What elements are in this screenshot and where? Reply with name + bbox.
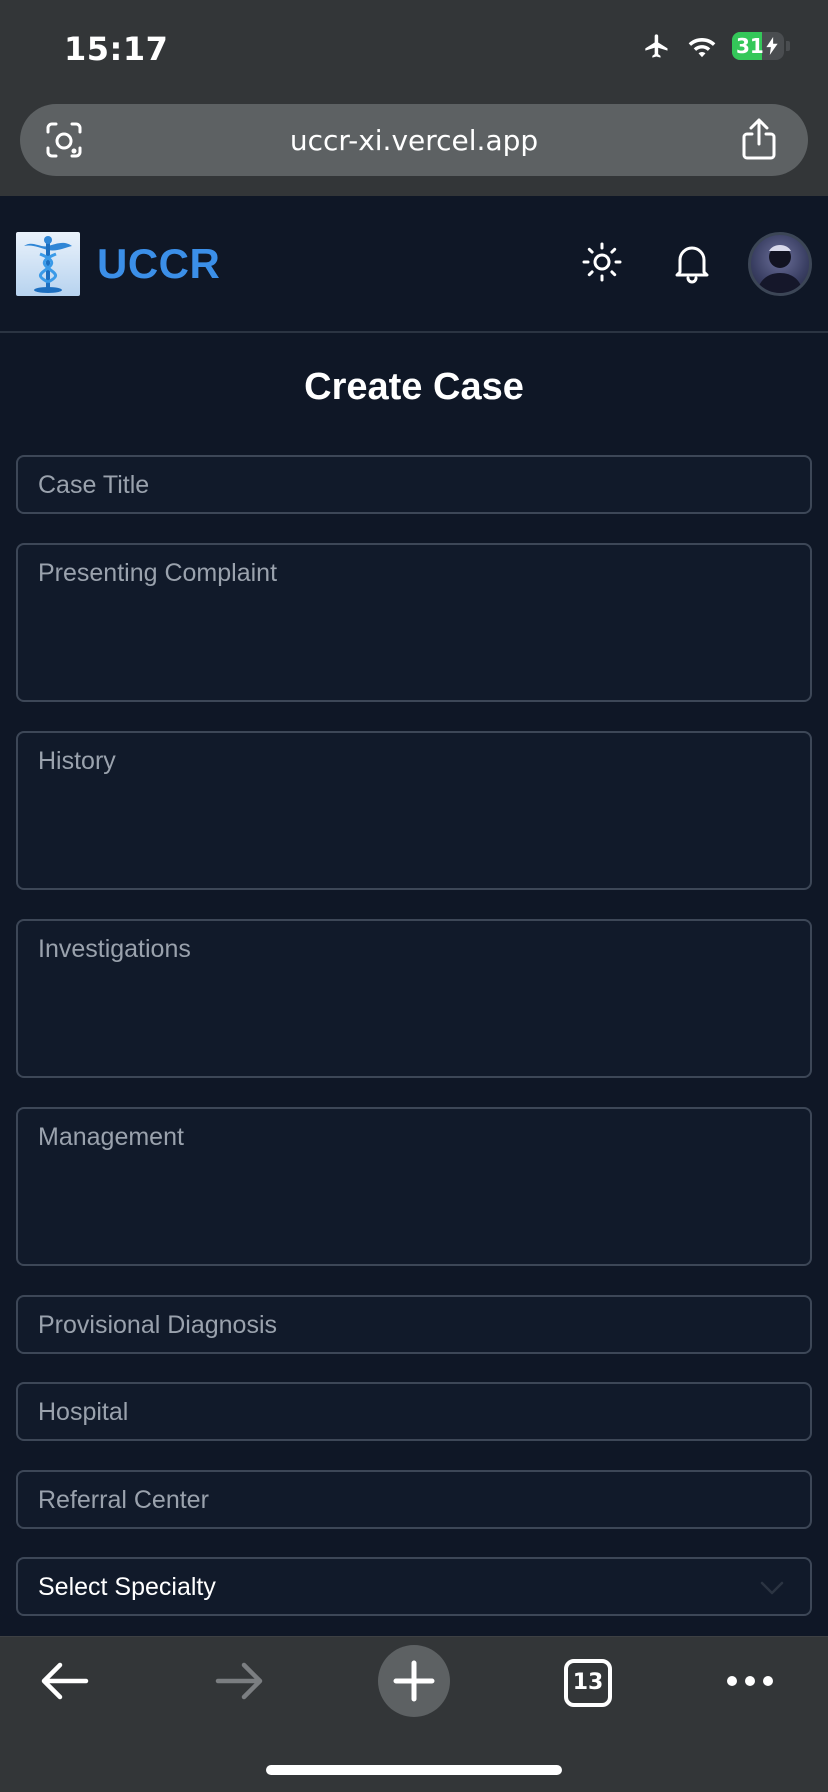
address-bar[interactable]: uccr-xi.vercel.app	[20, 104, 808, 176]
back-arrow-icon[interactable]	[38, 1659, 90, 1703]
provisional-diagnosis-placeholder: Provisional Diagnosis	[38, 1311, 278, 1339]
case-title-input[interactable]: Case Title	[16, 455, 812, 514]
new-tab-button[interactable]	[378, 1645, 450, 1717]
specialty-select[interactable]: Select Specialty	[16, 1557, 812, 1616]
history-placeholder: History	[38, 747, 116, 775]
brand-name[interactable]: UCCR	[97, 240, 220, 288]
status-icons: 31	[642, 32, 790, 60]
user-avatar[interactable]	[748, 232, 812, 296]
hospital-placeholder: Hospital	[38, 1398, 129, 1426]
page-title: Create Case	[304, 366, 524, 408]
specialty-select-value: Select Specialty	[38, 1573, 216, 1601]
battery-indicator: 31	[732, 32, 784, 60]
investigations-placeholder: Investigations	[38, 935, 191, 963]
plus-icon	[393, 1660, 435, 1702]
management-textarea[interactable]: Management	[16, 1107, 812, 1266]
more-options-icon[interactable]	[726, 1675, 774, 1687]
investigations-textarea[interactable]: Investigations	[16, 919, 812, 1078]
browser-top-bar: 15:17 31 uccr-xi.vercel.app	[0, 0, 828, 196]
theme-toggle-sun-icon[interactable]	[578, 238, 626, 286]
airplane-icon	[645, 34, 668, 58]
url-text[interactable]: uccr-xi.vercel.app	[20, 124, 808, 157]
charging-bolt-icon	[766, 37, 778, 55]
wifi-icon	[688, 38, 716, 58]
status-time: 15:17	[64, 30, 169, 68]
referral-center-placeholder: Referral Center	[38, 1486, 209, 1514]
presenting-complaint-textarea[interactable]: Presenting Complaint	[16, 543, 812, 702]
notifications-bell-icon[interactable]	[668, 238, 716, 286]
tab-count-button[interactable]: 13	[564, 1659, 612, 1707]
forward-arrow-icon[interactable]	[214, 1659, 266, 1703]
case-title-placeholder: Case Title	[38, 471, 150, 499]
provisional-diagnosis-input[interactable]: Provisional Diagnosis	[16, 1295, 812, 1354]
battery-level: 31	[736, 34, 764, 58]
hospital-input[interactable]: Hospital	[16, 1382, 812, 1441]
share-icon[interactable]	[740, 118, 778, 160]
presenting-complaint-placeholder: Presenting Complaint	[38, 559, 278, 587]
history-textarea[interactable]: History	[16, 731, 812, 890]
management-placeholder: Management	[38, 1123, 184, 1151]
chevron-down-icon	[760, 1581, 784, 1595]
caduceus-logo[interactable]	[16, 232, 80, 296]
home-indicator	[266, 1765, 562, 1775]
referral-center-input[interactable]: Referral Center	[16, 1470, 812, 1529]
app-header: UCCR	[0, 196, 828, 333]
